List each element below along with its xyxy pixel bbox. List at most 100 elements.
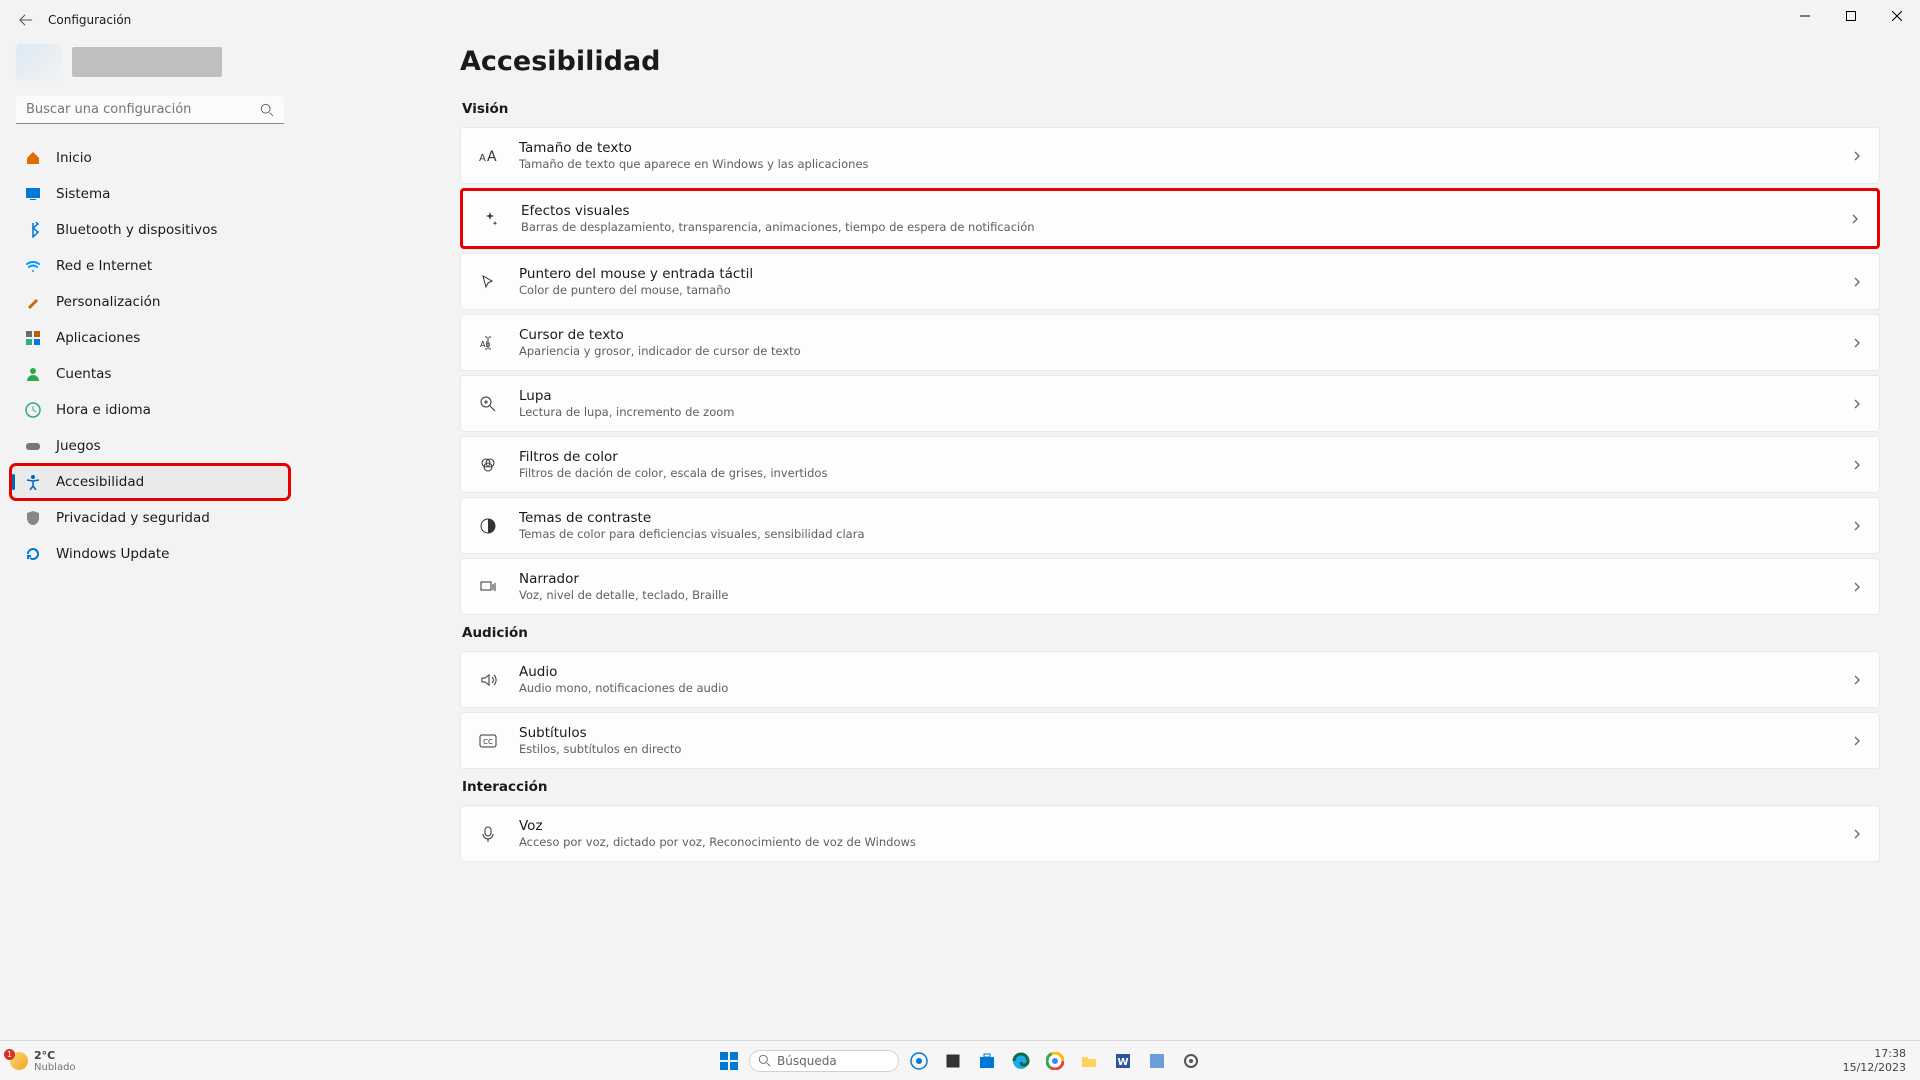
svg-text:Ab: Ab	[480, 340, 491, 349]
weather-temp: 2°C	[34, 1049, 76, 1062]
close-button[interactable]	[1874, 0, 1920, 32]
wifi-icon	[24, 257, 42, 275]
card-desc: Tamaño de texto que aparece en Windows y…	[519, 157, 1851, 171]
chrome-icon	[1046, 1052, 1064, 1070]
card-title: Tamaño de texto	[519, 140, 1851, 156]
chevron-right-icon	[1851, 674, 1863, 686]
sidebar-item-apps[interactable]: Aplicaciones	[12, 322, 288, 354]
back-button[interactable]	[8, 2, 44, 38]
minimize-icon	[1800, 11, 1810, 21]
chevron-right-icon	[1851, 520, 1863, 532]
section-title: Audición	[462, 625, 1880, 641]
setting-card-contrast[interactable]: Temas de contraste Temas de color para d…	[460, 497, 1880, 554]
sidebar-item-update[interactable]: Windows Update	[12, 538, 288, 570]
setting-card-sparkle[interactable]: Efectos visuales Barras de desplazamient…	[460, 188, 1880, 249]
card-desc: Temas de color para deficiencias visuale…	[519, 527, 1851, 541]
textsize-icon: AA	[477, 145, 499, 167]
card-desc: Voz, nivel de detalle, teclado, Braille	[519, 588, 1851, 602]
setting-card-narrator[interactable]: Narrador Voz, nivel de detalle, teclado,…	[460, 558, 1880, 615]
sidebar-item-home[interactable]: Inicio	[12, 142, 288, 174]
copilot-button[interactable]	[905, 1047, 933, 1075]
app-chrome[interactable]	[1041, 1047, 1069, 1075]
colorfilter-icon	[477, 454, 499, 476]
setting-card-colorfilter[interactable]: Filtros de color Filtros de dación de co…	[460, 436, 1880, 493]
card-desc: Audio mono, notificaciones de audio	[519, 681, 1851, 695]
sidebar-item-brush[interactable]: Personalización	[12, 286, 288, 318]
textcursor-icon: Ab	[477, 332, 499, 354]
account-name-redacted	[72, 47, 222, 77]
setting-card-textcursor[interactable]: Ab Cursor de texto Apariencia y grosor, …	[460, 314, 1880, 371]
setting-card-pointer[interactable]: Puntero del mouse y entrada táctil Color…	[460, 253, 1880, 310]
card-desc: Color de puntero del mouse, tamaño	[519, 283, 1851, 297]
svg-text:W: W	[1117, 1057, 1128, 1068]
sidebar-item-bluetooth[interactable]: Bluetooth y dispositivos	[12, 214, 288, 246]
sidebar-item-person[interactable]: Cuentas	[12, 358, 288, 390]
card-text: Audio Audio mono, notificaciones de audi…	[519, 664, 1851, 695]
windows-icon	[720, 1052, 738, 1070]
setting-card-textsize[interactable]: AA Tamaño de texto Tamaño de texto que a…	[460, 127, 1880, 184]
setting-card-magnify[interactable]: Lupa Lectura de lupa, incremento de zoom	[460, 375, 1880, 432]
card-title: Lupa	[519, 388, 1851, 404]
card-desc: Barras de desplazamiento, transparencia,…	[521, 220, 1849, 234]
search-box[interactable]	[16, 96, 284, 124]
word-icon: W	[1114, 1052, 1132, 1070]
close-icon	[1892, 11, 1902, 21]
sidebar-item-gamepad[interactable]: Juegos	[12, 430, 288, 462]
card-text: Cursor de texto Apariencia y grosor, ind…	[519, 327, 1851, 358]
chevron-right-icon	[1851, 735, 1863, 747]
window-title: Configuración	[48, 13, 131, 27]
bluetooth-icon	[24, 221, 42, 239]
app-word[interactable]: W	[1109, 1047, 1137, 1075]
sidebar-item-system[interactable]: Sistema	[12, 178, 288, 210]
home-icon	[24, 149, 42, 167]
search-icon	[260, 103, 274, 117]
system-tray[interactable]: 17:38 15/12/2023	[1843, 1047, 1920, 1073]
brush-icon	[24, 293, 42, 311]
store-icon	[978, 1052, 996, 1070]
card-desc: Estilos, subtítulos en directo	[519, 742, 1851, 756]
sidebar-item-label: Cuentas	[56, 366, 111, 382]
taskbar: 2°C Nublado Búsqueda W 17:38 15/12/2023	[0, 1040, 1920, 1080]
card-title: Filtros de color	[519, 449, 1851, 465]
card-desc: Acceso por voz, dictado por voz, Reconoc…	[519, 835, 1851, 849]
narrator-icon	[477, 576, 499, 598]
svg-text:A: A	[479, 153, 486, 164]
card-title: Voz	[519, 818, 1851, 834]
taskview-button[interactable]	[939, 1047, 967, 1075]
chevron-right-icon	[1851, 459, 1863, 471]
setting-card-cc[interactable]: CC Subtítulos Estilos, subtítulos en dir…	[460, 712, 1880, 769]
maximize-button[interactable]	[1828, 0, 1874, 32]
nav-list: Inicio Sistema Bluetooth y dispositivos Red…	[12, 142, 288, 570]
setting-card-audio[interactable]: Audio Audio mono, notificaciones de audi…	[460, 651, 1880, 708]
sidebar-item-wifi[interactable]: Red e Internet	[12, 250, 288, 282]
chevron-right-icon	[1849, 213, 1861, 225]
app-settings[interactable]	[1177, 1047, 1205, 1075]
app-icon	[1148, 1052, 1166, 1070]
gear-icon	[1182, 1052, 1200, 1070]
card-title: Cursor de texto	[519, 327, 1851, 343]
chevron-right-icon	[1851, 276, 1863, 288]
taskbar-search[interactable]: Búsqueda	[749, 1050, 899, 1072]
main-content: Accesibilidad Visión AA Tamaño de texto …	[300, 40, 1920, 1040]
account-header[interactable]	[12, 40, 288, 96]
card-title: Subtítulos	[519, 725, 1851, 741]
search-input[interactable]	[26, 102, 260, 117]
minimize-button[interactable]	[1782, 0, 1828, 32]
card-title: Efectos visuales	[521, 203, 1849, 219]
sidebar-item-accessibility[interactable]: Accesibilidad	[12, 466, 288, 498]
copilot-icon	[910, 1052, 928, 1070]
weather-widget[interactable]: 2°C Nublado	[0, 1049, 76, 1073]
app-edge[interactable]	[1007, 1047, 1035, 1075]
sidebar-item-clock[interactable]: Hora e idioma	[12, 394, 288, 426]
sidebar-item-label: Accesibilidad	[56, 474, 144, 490]
setting-card-mic[interactable]: Voz Acceso por voz, dictado por voz, Rec…	[460, 805, 1880, 862]
app-misc1[interactable]	[1143, 1047, 1171, 1075]
sidebar-item-shield[interactable]: Privacidad y seguridad	[12, 502, 288, 534]
sidebar-item-label: Red e Internet	[56, 258, 152, 274]
sidebar-item-label: Privacidad y seguridad	[56, 510, 210, 526]
mic-icon	[477, 823, 499, 845]
start-button[interactable]	[715, 1047, 743, 1075]
app-explorer[interactable]	[1075, 1047, 1103, 1075]
apps-icon	[24, 329, 42, 347]
app-store[interactable]	[973, 1047, 1001, 1075]
